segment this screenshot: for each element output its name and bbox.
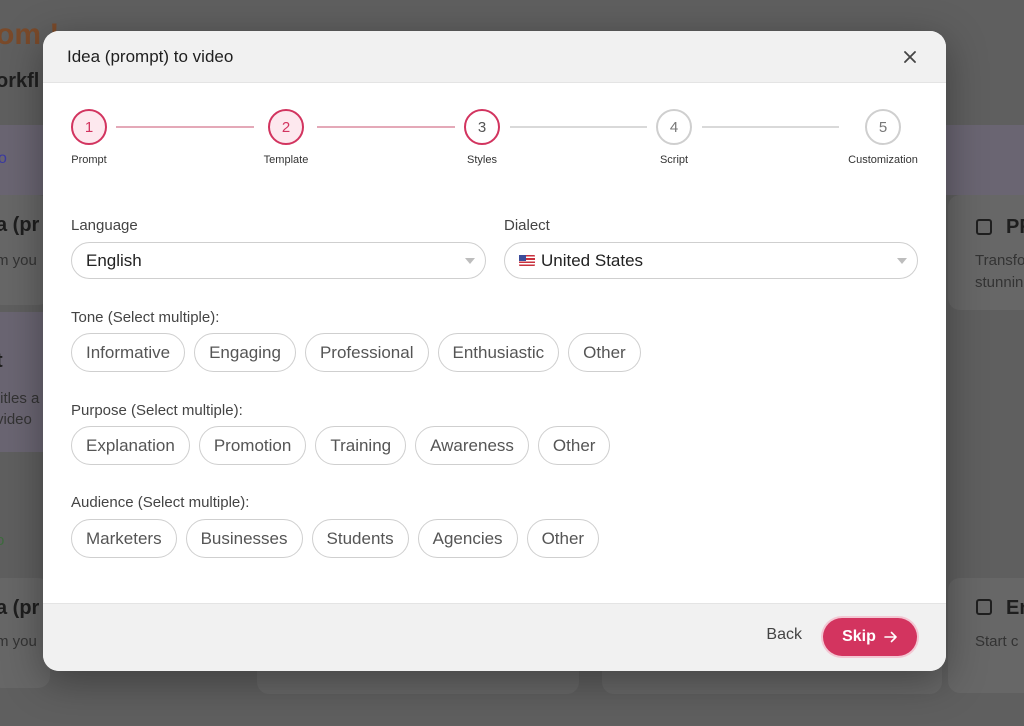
- close-button[interactable]: [898, 45, 922, 69]
- bg-card-right-bottom-title: En: [1006, 597, 1024, 619]
- step-script[interactable]: 4 Script: [624, 109, 724, 166]
- dialect-label: Dialect: [504, 217, 550, 234]
- tone-chip-engaging[interactable]: Engaging: [194, 333, 296, 372]
- bg-card-left-mid-title: t: [0, 350, 3, 373]
- caret-down-icon: [465, 258, 475, 264]
- dialect-value: United States: [541, 250, 644, 270]
- audience-chip-agencies[interactable]: Agencies: [417, 519, 518, 558]
- caret-down-icon: [897, 258, 907, 264]
- purpose-chip-awareness[interactable]: Awareness: [415, 426, 529, 465]
- bg-card-left-top-sub: m you: [0, 252, 37, 269]
- tone-label: Tone (Select multiple):: [71, 309, 220, 326]
- audience-chip-other[interactable]: Other: [526, 519, 600, 558]
- audience-chip-marketers[interactable]: Marketers: [71, 519, 177, 558]
- purpose-chip-promotion[interactable]: Promotion: [198, 426, 307, 465]
- step-template[interactable]: 2 Template: [236, 109, 336, 166]
- step-label: Prompt: [71, 154, 107, 166]
- bg-workflow-heading: orkfl: [0, 70, 40, 92]
- close-icon: [904, 50, 916, 63]
- back-button[interactable]: Back: [766, 626, 802, 644]
- arrow-right-icon: [884, 631, 897, 643]
- purpose-chip-training[interactable]: Training: [315, 426, 407, 465]
- bg-card-right-top-sub-1: Transfo: [975, 252, 1024, 269]
- bg-card-right-top-sub-2: stunnin: [975, 274, 1024, 291]
- purpose-chip-explanation[interactable]: Explanation: [71, 426, 190, 465]
- skip-button[interactable]: Skip: [823, 618, 917, 656]
- language-label: Language: [71, 217, 138, 234]
- language-value: English: [86, 250, 142, 270]
- step-number: 3: [464, 109, 500, 145]
- bg-card-right-top-title: PF: [1006, 216, 1024, 238]
- plus-square-icon: [976, 599, 992, 615]
- step-number: 4: [656, 109, 692, 145]
- tone-chip-other[interactable]: Other: [568, 333, 641, 372]
- bg-card-left-bottom-title: a (pr: [0, 597, 40, 619]
- tone-chip-professional[interactable]: Professional: [304, 333, 429, 372]
- step-styles[interactable]: 3 Styles: [432, 109, 532, 166]
- modal-title: Idea (prompt) to video: [67, 46, 234, 66]
- audience-chip-students[interactable]: Students: [311, 519, 409, 558]
- bg-card-left-mid-sub-2: video: [0, 411, 32, 428]
- bg-card-left-top-title: a (pr: [0, 214, 40, 236]
- skip-label: Skip: [842, 628, 876, 645]
- audience-chip-businesses[interactable]: Businesses: [185, 519, 303, 558]
- purpose-chip-group: Explanation Promotion Training Awareness…: [71, 426, 611, 465]
- step-prompt[interactable]: 1 Prompt: [43, 109, 139, 166]
- bg-banner-letter: o: [0, 150, 7, 167]
- bg-left-low-letter: o: [0, 532, 5, 549]
- bg-card-left-mid-sub-1: titles a: [0, 390, 40, 407]
- us-flag-icon: [519, 255, 535, 266]
- step-label: Styles: [467, 154, 497, 166]
- purpose-chip-other[interactable]: Other: [537, 426, 611, 465]
- modal-header: Idea (prompt) to video: [43, 31, 946, 83]
- bg-card-left-mid: [0, 312, 44, 452]
- step-label: Template: [263, 154, 309, 166]
- document-icon: [976, 219, 992, 235]
- language-select[interactable]: English: [71, 242, 486, 279]
- step-number: 2: [268, 109, 304, 145]
- audience-label: Audience (Select multiple):: [71, 494, 250, 511]
- step-customization[interactable]: 5 Customization: [833, 109, 933, 166]
- step-number: 5: [865, 109, 901, 145]
- purpose-label: Purpose (Select multiple):: [71, 402, 243, 419]
- dialect-select[interactable]: United States: [504, 242, 918, 279]
- tone-chip-informative[interactable]: Informative: [71, 333, 186, 372]
- step-number: 1: [71, 109, 107, 145]
- step-label: Script: [659, 154, 689, 166]
- bg-card-left-bottom-sub: m you: [0, 633, 37, 650]
- tone-chip-enthusiastic[interactable]: Enthusiastic: [437, 333, 560, 372]
- modal-footer: Back Skip: [43, 603, 946, 671]
- tone-chip-group: Informative Engaging Professional Enthus…: [71, 333, 641, 372]
- idea-to-video-modal: Idea (prompt) to video 1 Prompt 2 Templa…: [43, 31, 946, 671]
- step-label: Customization: [848, 154, 918, 166]
- progress-stepper: 1 Prompt 2 Template 3 Styles 4 Script 5 …: [43, 109, 946, 179]
- bg-card-right-bottom-sub: Start c: [975, 633, 1019, 650]
- audience-chip-group: Marketers Businesses Students Agencies O…: [71, 519, 600, 558]
